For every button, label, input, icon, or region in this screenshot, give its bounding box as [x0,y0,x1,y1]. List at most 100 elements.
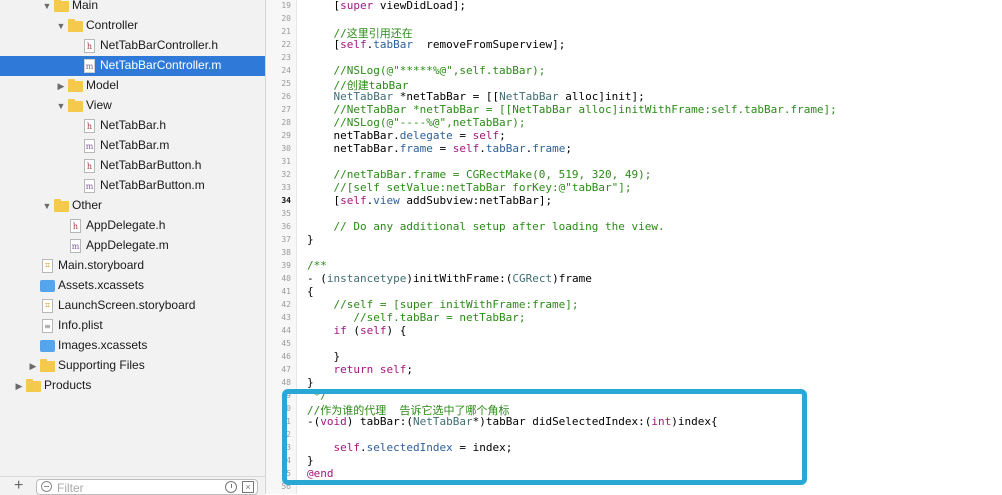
code-line[interactable]: @end [307,467,334,480]
filter-field[interactable]: Filter × [36,479,258,495]
navigator-item[interactable]: ▶ Products [0,376,265,396]
navigator-item-label: NetTabBarButton.m [100,178,205,192]
implementation-file-icon: m [84,179,95,193]
navigator-item[interactable]: Assets.xcassets [0,276,265,296]
line-number: 21 [281,27,291,36]
line-number: 25 [281,79,291,88]
code-line[interactable]: - (instancetype)initWithFrame:(CGRect)fr… [307,272,592,285]
code-line[interactable]: [super viewDidLoad]; [307,0,465,12]
code-line[interactable]: //NSLog(@"*****%@",self.tabBar); [307,64,545,77]
code-line[interactable]: } [307,454,314,467]
line-number: 41 [281,287,291,296]
implementation-file-icon: m [84,59,95,73]
line-number: 32 [281,170,291,179]
navigator-item[interactable]: m NetTabBarButton.m [0,176,265,196]
code-line[interactable]: } [307,233,314,246]
code-line[interactable]: { [307,285,314,298]
folder-icon [54,0,69,12]
code-line[interactable]: /** [307,259,327,272]
navigator-item-label: View [86,98,112,112]
line-number: 29 [281,131,291,140]
navigator-item[interactable]: ▼ View [0,96,265,116]
line-number: 46 [281,352,291,361]
code-line[interactable]: netTabBar.frame = self.tabBar.frame; [307,142,571,155]
add-file-button[interactable]: + [14,477,23,495]
code-line[interactable]: //[self setValue:netTabBar forKey:@"tabB… [307,181,631,194]
disclosure-collapsed-icon[interactable]: ▶ [56,80,66,92]
filter-placeholder: Filter [57,481,84,495]
navigator-item[interactable]: ▼ Controller [0,16,265,36]
code-line[interactable]: self.selectedIndex = index; [307,441,513,454]
navigator-item[interactable]: h AppDelegate.h [0,216,265,236]
line-number: 53 [281,443,291,452]
code-line[interactable]: */ [307,389,327,402]
code-line[interactable]: if (self) { [307,324,407,337]
navigator-item[interactable]: ⌗ Main.storyboard [0,256,265,276]
navigator-item[interactable]: ▼ Main [0,0,265,16]
code-line[interactable]: netTabBar.delegate = self; [307,129,505,142]
line-number: 20 [281,14,291,23]
code-line[interactable]: //NetTabBar *netTabBar = [[NetTabBar all… [307,103,836,116]
navigator-item-label: Supporting Files [58,358,145,372]
scm-filter-icon[interactable]: × [242,481,254,493]
navigator-item[interactable]: ▶ Supporting Files [0,356,265,376]
navigator-item[interactable]: Images.xcassets [0,336,265,356]
line-number: 40 [281,274,291,283]
disclosure-expanded-icon[interactable]: ▼ [56,20,66,32]
disclosure-collapsed-icon[interactable]: ▶ [14,380,24,392]
navigator-item-label: Info.plist [58,318,103,332]
plist-file-icon: ≡ [42,319,53,333]
storyboard-file-icon: ⌗ [42,259,53,273]
recent-files-icon[interactable] [225,481,237,493]
code-line[interactable]: -(void) tabBar:(NetTabBar*)tabBar didSel… [307,415,718,428]
line-number: 26 [281,92,291,101]
code-line[interactable]: return self; [307,363,414,376]
navigator-item[interactable]: h NetTabBarController.h [0,36,265,56]
folder-icon [26,379,41,392]
navigator-item-label: LaunchScreen.storyboard [58,298,196,312]
navigator-filter-bar: + Filter × [0,476,265,495]
code-line[interactable]: //netTabBar.frame = CGRectMake(0, 519, 3… [307,168,651,181]
navigator-item[interactable]: ⌗ LaunchScreen.storyboard [0,296,265,316]
navigator-item[interactable]: h NetTabBar.h [0,116,265,136]
code-line[interactable]: //NSLog(@"----%@",netTabBar); [307,116,525,129]
code-line[interactable]: [self.view addSubview:netTabBar]; [307,194,552,207]
header-file-icon: h [70,219,81,233]
disclosure-expanded-icon[interactable]: ▼ [56,100,66,112]
line-number: 34 [281,196,291,205]
navigator-item[interactable]: ▶ Model [0,76,265,96]
navigator-item[interactable]: h NetTabBarButton.h [0,156,265,176]
code-line[interactable]: [self.tabBar removeFromSuperview]; [307,38,565,51]
code-line[interactable]: // Do any additional setup after loading… [307,220,664,233]
line-number: 55 [281,469,291,478]
storyboard-file-icon: ⌗ [42,299,53,313]
line-number-gutter: 19 20 21 22 23 24 25 26 27 28 29 30 31 32 33 34 35 36 37 38… [266,0,297,494]
navigator-item[interactable]: m NetTabBar.m [0,136,265,156]
disclosure-collapsed-icon[interactable]: ▶ [28,360,38,372]
folder-icon [68,79,83,92]
code-line[interactable]: //self.tabBar = netTabBar; [307,311,525,324]
code-line[interactable]: NetTabBar *netTabBar = [[NetTabBar alloc… [307,90,645,103]
line-number: 56 [281,482,291,491]
navigator-item[interactable]: ▼ Other [0,196,265,216]
code-line[interactable]: } [307,376,314,389]
navigator-item[interactable]: m AppDelegate.m [0,236,265,256]
code-line[interactable]: //self = [super initWithFrame:frame]; [307,298,578,311]
line-number: 36 [281,222,291,231]
disclosure-expanded-icon[interactable]: ▼ [42,0,52,12]
navigator-item-label: NetTabBarController.m [100,58,222,72]
line-number: 45 [281,339,291,348]
folder-icon [40,359,55,372]
disclosure-expanded-icon[interactable]: ▼ [42,200,52,212]
header-file-icon: h [84,159,95,173]
navigator-item[interactable]: ≡ Info.plist [0,316,265,336]
asset-catalog-icon [40,340,55,352]
navigator-item[interactable]: m NetTabBarController.m [0,56,265,76]
line-number: 43 [281,313,291,322]
project-navigator: ▼ Main ▼ Controller h NetTabBarController.h m N… [0,0,266,494]
code-line[interactable]: } [307,350,340,363]
line-number: 48 [281,378,291,387]
line-number: 39 [281,261,291,270]
navigator-item-label: Images.xcassets [58,338,148,352]
line-number: 23 [281,53,291,62]
